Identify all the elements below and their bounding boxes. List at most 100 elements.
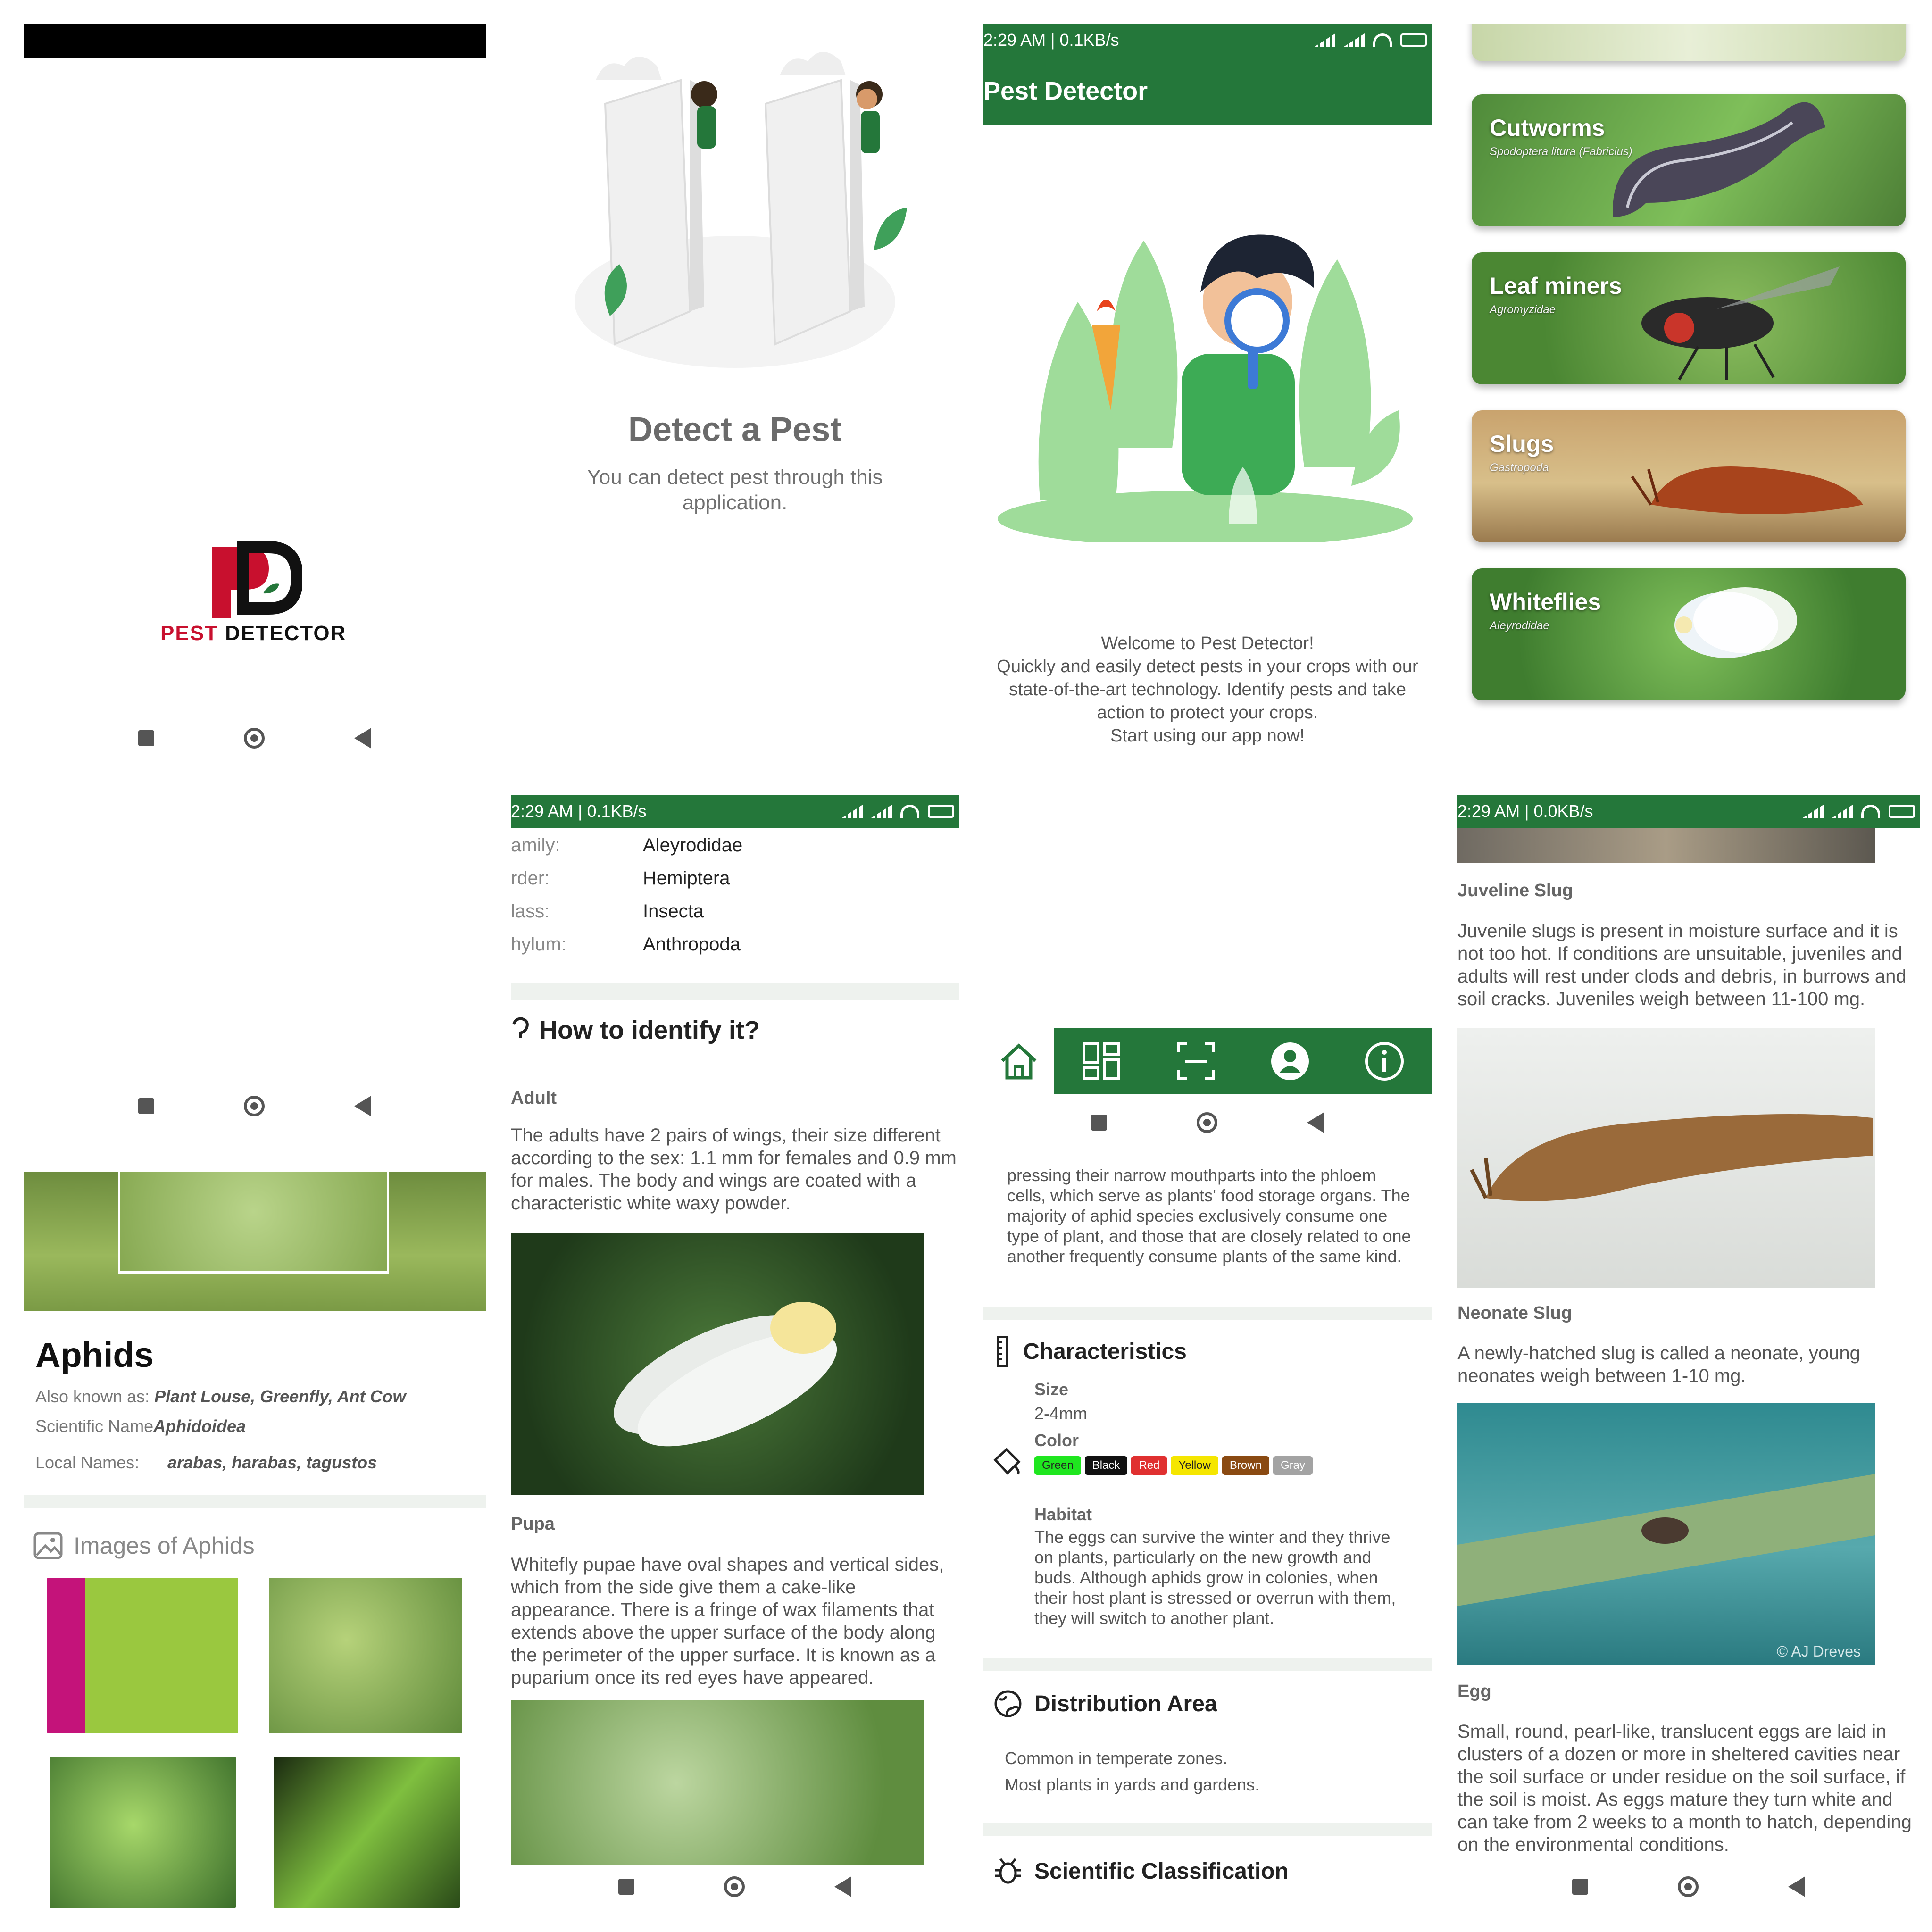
wifi-icon	[900, 805, 919, 818]
recent-apps-icon[interactable]	[138, 730, 154, 746]
pest-scientific-name: Gastropoda	[1490, 461, 1549, 474]
habitat-label: Habitat	[1034, 1505, 1092, 1524]
aphid-image-3[interactable]	[50, 1757, 236, 1908]
back-triangle-icon[interactable]	[834, 1876, 851, 1897]
pest-list-screen: Cutworms Spodoptera litura (Fabricius) L…	[1457, 24, 1920, 764]
onboarding-screen: Detect a Pest You can detect pest throug…	[511, 24, 959, 764]
recent-apps-icon[interactable]	[138, 1098, 154, 1114]
neonate-slug-photo: © AJ Dreves	[1457, 1403, 1875, 1665]
onboarding-illustration	[575, 52, 907, 368]
taxonomy-value: Insecta	[643, 901, 704, 922]
taxonomy-value: Aleyrodidae	[643, 835, 743, 856]
soil-photo-partial	[1457, 828, 1875, 863]
taxonomy-key: amily:	[511, 835, 560, 856]
distribution-line: Most plants in yards and gardens.	[1005, 1775, 1260, 1794]
signal-icon	[1315, 33, 1335, 47]
nav-scan[interactable]	[1149, 1040, 1243, 1083]
size-label: Size	[1034, 1380, 1069, 1399]
recent-apps-icon[interactable]	[1091, 1115, 1107, 1131]
taxonomy-value: Hemiptera	[643, 868, 730, 889]
system-nav-bar	[24, 1075, 486, 1137]
pest-name: Cutworms	[1490, 115, 1605, 141]
habitat-text: The eggs can survive the winter and they…	[1034, 1527, 1396, 1628]
back-triangle-icon[interactable]	[354, 728, 371, 749]
signal-icon-2	[871, 805, 892, 818]
back-triangle-icon[interactable]	[354, 1096, 371, 1116]
recent-apps-icon[interactable]	[618, 1879, 634, 1895]
battery-icon	[1889, 805, 1915, 818]
pest-card-partial[interactable]	[1472, 24, 1906, 61]
pest-name: Slugs	[1490, 431, 1554, 457]
nav-home[interactable]	[983, 1028, 1054, 1094]
whitefly-detail-screen: 2:29 AM | 0.1KB/s amily: Aleyrodidae rde…	[511, 795, 959, 1908]
color-chip-gray: Gray	[1273, 1456, 1313, 1475]
home-screen: 2:29 AM | 0.1KB/s Pest Detector Welcome …	[983, 24, 1432, 764]
nav-dashboard[interactable]	[1054, 1040, 1149, 1083]
pest-scientific-name: Aleyrodidae	[1490, 619, 1549, 632]
profile-icon	[1271, 1042, 1309, 1080]
scientific-classification-heading: Scientific Classification	[993, 1856, 1289, 1886]
adult-label: Adult	[511, 1088, 557, 1108]
home-circle-icon[interactable]	[1678, 1876, 1699, 1897]
aphid-image-2[interactable]	[269, 1578, 462, 1733]
pest-card-slugs[interactable]: Slugs Gastropoda	[1472, 410, 1906, 542]
system-nav-bar	[1457, 1865, 1920, 1908]
status-icons	[1315, 33, 1427, 47]
recent-apps-icon[interactable]	[1572, 1879, 1588, 1895]
home-circle-icon[interactable]	[1197, 1112, 1217, 1133]
app-title: Pest Detector	[983, 76, 1148, 105]
signal-icon-2	[1832, 805, 1853, 818]
signal-icon	[842, 805, 863, 818]
pupa-photo	[511, 1700, 924, 1865]
adult-whitefly-shape	[614, 1302, 837, 1447]
color-chip-brown: Brown	[1222, 1456, 1269, 1475]
back-triangle-icon[interactable]	[1788, 1876, 1805, 1897]
hero-image	[24, 1172, 486, 1311]
splash-screen: PEST DETECTOR	[24, 24, 486, 764]
system-nav-bar	[511, 1865, 959, 1908]
local-value: arabas, harabas, tagustos	[167, 1453, 377, 1472]
question-icon	[512, 1017, 529, 1038]
welcome-illustration	[998, 234, 1413, 542]
pupa-text: Whitefly pupae have oval shapes and vert…	[511, 1554, 944, 1688]
welcome-text: Welcome to Pest Detector! Quickly and ea…	[993, 632, 1422, 748]
signal-icon-2	[1344, 33, 1365, 47]
distribution-heading: Distribution Area	[993, 1689, 1217, 1719]
aka-row: Also known as: Plant Louse, Greenfly, An…	[35, 1387, 406, 1407]
bug-icon	[995, 1858, 1021, 1884]
app-logo: PEST DETECTOR	[160, 538, 358, 656]
hero-frame	[118, 1172, 389, 1274]
characteristics-title: Characteristics	[1023, 1339, 1187, 1364]
back-triangle-icon[interactable]	[1307, 1112, 1324, 1133]
logo-mark-icon	[212, 541, 302, 618]
status-bar-black	[24, 24, 486, 58]
aphid-image-4[interactable]	[274, 1757, 460, 1908]
status-time: 2:29 AM | 0.1KB/s	[983, 30, 1119, 50]
home-circle-icon[interactable]	[724, 1876, 745, 1897]
aphids-detail-screen: Aphids Also known as: Plant Louse, Green…	[24, 795, 486, 1908]
nav-profile[interactable]	[1243, 1040, 1337, 1083]
nav-info[interactable]	[1337, 1040, 1432, 1083]
juvenile-text: Juvenile slugs is present in moisture su…	[1457, 921, 1907, 1009]
home-circle-icon[interactable]	[244, 728, 265, 749]
egg-label: Egg	[1457, 1682, 1491, 1701]
local-names-row: Local Names: arabas, harabas, tagustos	[35, 1453, 377, 1473]
onboarding-subtitle: You can detect pest through this applica…	[587, 466, 883, 514]
color-label: Color	[1034, 1431, 1079, 1450]
pest-card-cutworms[interactable]: Cutworms Spodoptera litura (Fabricius)	[1472, 94, 1906, 226]
wifi-icon	[1373, 33, 1392, 47]
wifi-icon	[1861, 805, 1880, 818]
status-bar: 2:29 AM | 0.0KB/s	[1457, 795, 1920, 828]
aka-label: Also known as:	[35, 1387, 150, 1406]
aphid-image-1[interactable]	[47, 1578, 238, 1733]
status-bar: 2:29 AM | 0.1KB/s	[511, 795, 959, 828]
aka-value: Plant Louse, Greenfly, Ant Cow	[154, 1387, 406, 1406]
home-circle-icon[interactable]	[244, 1096, 265, 1116]
taxonomy-key: rder:	[511, 868, 550, 889]
pest-card-whiteflies[interactable]: Whiteflies Aleyrodidae	[1472, 568, 1906, 700]
distribution-title: Distribution Area	[1034, 1691, 1217, 1716]
pest-card-leaf-miners[interactable]: Leaf miners Agromyzidae	[1472, 252, 1906, 384]
aphids-characteristics-screen: pressing their narrow mouthparts into th…	[983, 795, 1432, 1908]
paint-bucket-icon	[993, 1448, 1021, 1475]
section-divider	[24, 1495, 486, 1508]
